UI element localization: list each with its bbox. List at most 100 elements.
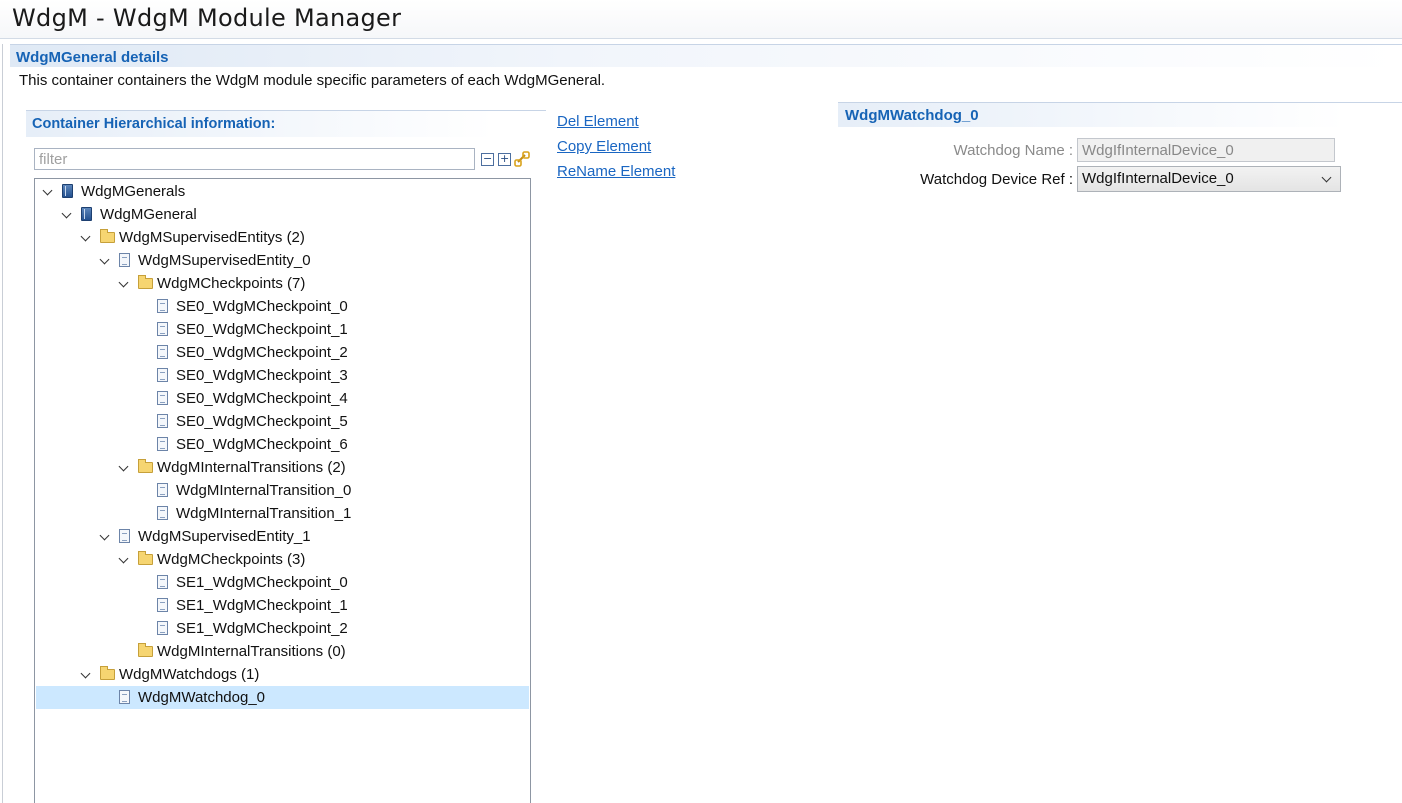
file-icon — [119, 253, 130, 267]
details-title: WdgMWatchdog_0 — [845, 107, 979, 124]
container-hierarchy-header: Container Hierarchical information: — [26, 110, 546, 137]
file-icon — [157, 391, 168, 405]
file-icon — [157, 437, 168, 451]
folder-icon — [138, 551, 153, 565]
tree-item[interactable]: WdgMSupervisedEntity_0 — [36, 249, 529, 272]
section-description: This container containers the WdgM modul… — [19, 72, 606, 89]
collapse-all-icon[interactable]: − — [481, 153, 494, 166]
module-icon — [81, 207, 92, 221]
window-title: WdgM - WdgM Module Manager — [12, 4, 402, 32]
section-header: WdgMGeneral details — [10, 44, 1402, 67]
tree-item[interactable]: SE0_WdgMCheckpoint_4 — [36, 387, 529, 410]
file-icon — [157, 621, 168, 635]
link-sync-icon[interactable] — [514, 151, 530, 167]
watchdog-device-ref-value: WdgIfInternalDevice_0 — [1082, 170, 1234, 187]
tree-item[interactable]: SE0_WdgMCheckpoint_6 — [36, 433, 529, 456]
tree-item-label: WdgMInternalTransitions (0) — [157, 643, 346, 660]
tree-item[interactable]: WdgMCheckpoints (3) — [36, 548, 529, 571]
tree-item-label: WdgMCheckpoints (7) — [157, 275, 306, 292]
tree-item[interactable]: WdgMSupervisedEntity_1 — [36, 525, 529, 548]
chevron-down-icon — [1321, 172, 1332, 183]
chevron-down-icon[interactable] — [61, 208, 72, 219]
file-icon — [157, 368, 168, 382]
chevron-down-icon[interactable] — [118, 553, 129, 564]
file-icon — [157, 506, 168, 520]
left-edge-divider — [2, 44, 3, 803]
tree-item[interactable]: WdgMInternalTransitions (0) — [36, 640, 529, 663]
folder-icon — [138, 275, 153, 289]
file-icon — [157, 414, 168, 428]
tree-item-label: WdgMCheckpoints (3) — [157, 551, 306, 568]
tree-item-label: WdgMSupervisedEntity_1 — [138, 528, 311, 545]
tree-item-label: SE1_WdgMCheckpoint_0 — [176, 574, 348, 591]
chevron-down-icon[interactable] — [99, 530, 110, 541]
tree-item-label: WdgMInternalTransition_1 — [176, 505, 352, 522]
file-icon — [119, 690, 130, 704]
file-icon — [157, 322, 168, 336]
watchdog-name-field — [1077, 138, 1335, 162]
tree-item[interactable]: WdgMInternalTransitions (2) — [36, 456, 529, 479]
tree-item[interactable]: SE1_WdgMCheckpoint_1 — [36, 594, 529, 617]
watchdog-device-ref-label: Watchdog Device Ref : — [920, 171, 1073, 188]
window-titlebar: WdgM - WdgM Module Manager — [0, 0, 1402, 39]
expand-all-icon[interactable]: + — [498, 153, 511, 166]
folder-icon — [100, 666, 115, 680]
file-icon — [157, 299, 168, 313]
tree-item-label: SE0_WdgMCheckpoint_5 — [176, 413, 348, 430]
tree-item-label: SE0_WdgMCheckpoint_1 — [176, 321, 348, 338]
tree-item-label: WdgMWatchdogs (1) — [119, 666, 260, 683]
tree-item-label: SE0_WdgMCheckpoint_2 — [176, 344, 348, 361]
chevron-down-icon[interactable] — [80, 231, 91, 242]
tree-item[interactable]: SE0_WdgMCheckpoint_2 — [36, 341, 529, 364]
tree-item-label: WdgMGeneral — [100, 206, 197, 223]
chevron-down-icon[interactable] — [42, 185, 53, 196]
del-element-link[interactable]: Del Element — [557, 113, 639, 130]
tree-item[interactable]: WdgMWatchdogs (1) — [36, 663, 529, 686]
section-title: WdgMGeneral details — [16, 49, 169, 66]
container-tree[interactable]: WdgMGenerals WdgMGeneral WdgMSupervisedEnt… — [34, 178, 531, 803]
tree-item-label: SE0_WdgMCheckpoint_0 — [176, 298, 348, 315]
tree-filter-input[interactable] — [34, 148, 475, 170]
folder-icon — [100, 229, 115, 243]
tree-item-label: SE1_WdgMCheckpoint_1 — [176, 597, 348, 614]
file-icon — [119, 529, 130, 543]
chevron-down-icon[interactable] — [118, 277, 129, 288]
rename-element-link[interactable]: ReName Element — [557, 163, 675, 180]
tree-item[interactable]: SE0_WdgMCheckpoint_5 — [36, 410, 529, 433]
folder-icon — [138, 643, 153, 657]
tree-item[interactable]: WdgMSupervisedEntitys (2) — [36, 226, 529, 249]
tree-item[interactable]: SE0_WdgMCheckpoint_1 — [36, 318, 529, 341]
tree-item[interactable]: WdgMInternalTransition_0 — [36, 479, 529, 502]
tree-item[interactable]: SE1_WdgMCheckpoint_0 — [36, 571, 529, 594]
tree-item-label: SE0_WdgMCheckpoint_6 — [176, 436, 348, 453]
folder-icon — [138, 459, 153, 473]
watchdog-name-label: Watchdog Name : — [953, 142, 1074, 159]
tree-item[interactable]: SE0_WdgMCheckpoint_3 — [36, 364, 529, 387]
tree-item[interactable]: WdgMGeneral — [36, 203, 529, 226]
module-icon — [62, 184, 73, 198]
tree-item-label: WdgMSupervisedEntitys (2) — [119, 229, 305, 246]
chevron-down-icon[interactable] — [99, 254, 110, 265]
container-hierarchy-title: Container Hierarchical information: — [32, 116, 276, 132]
watchdog-device-ref-select[interactable]: WdgIfInternalDevice_0 — [1077, 166, 1341, 192]
tree-item[interactable]: WdgMInternalTransition_1 — [36, 502, 529, 525]
tree-item[interactable]: SE0_WdgMCheckpoint_0 — [36, 295, 529, 318]
file-icon — [157, 598, 168, 612]
tree-item[interactable]: WdgMGenerals — [36, 180, 529, 203]
chevron-down-icon[interactable] — [118, 461, 129, 472]
tree-item-label: WdgMSupervisedEntity_0 — [138, 252, 311, 269]
tree-item-label: WdgMGenerals — [81, 183, 186, 200]
tree-item-label: WdgMInternalTransition_0 — [176, 482, 352, 499]
chevron-down-icon[interactable] — [80, 668, 91, 679]
file-icon — [157, 345, 168, 359]
tree-item-label: WdgMWatchdog_0 — [138, 689, 266, 706]
tree-item[interactable]: SE1_WdgMCheckpoint_2 — [36, 617, 529, 640]
tree-item-label: WdgMInternalTransitions (2) — [157, 459, 346, 476]
tree-item-label: SE0_WdgMCheckpoint_3 — [176, 367, 348, 384]
tree-item[interactable]: WdgMWatchdog_0 — [36, 686, 529, 709]
tree-item-label: SE0_WdgMCheckpoint_4 — [176, 390, 348, 407]
tree-item[interactable]: WdgMCheckpoints (7) — [36, 272, 529, 295]
file-icon — [157, 575, 168, 589]
tree-item-label: SE1_WdgMCheckpoint_2 — [176, 620, 348, 637]
copy-element-link[interactable]: Copy Element — [557, 138, 651, 155]
